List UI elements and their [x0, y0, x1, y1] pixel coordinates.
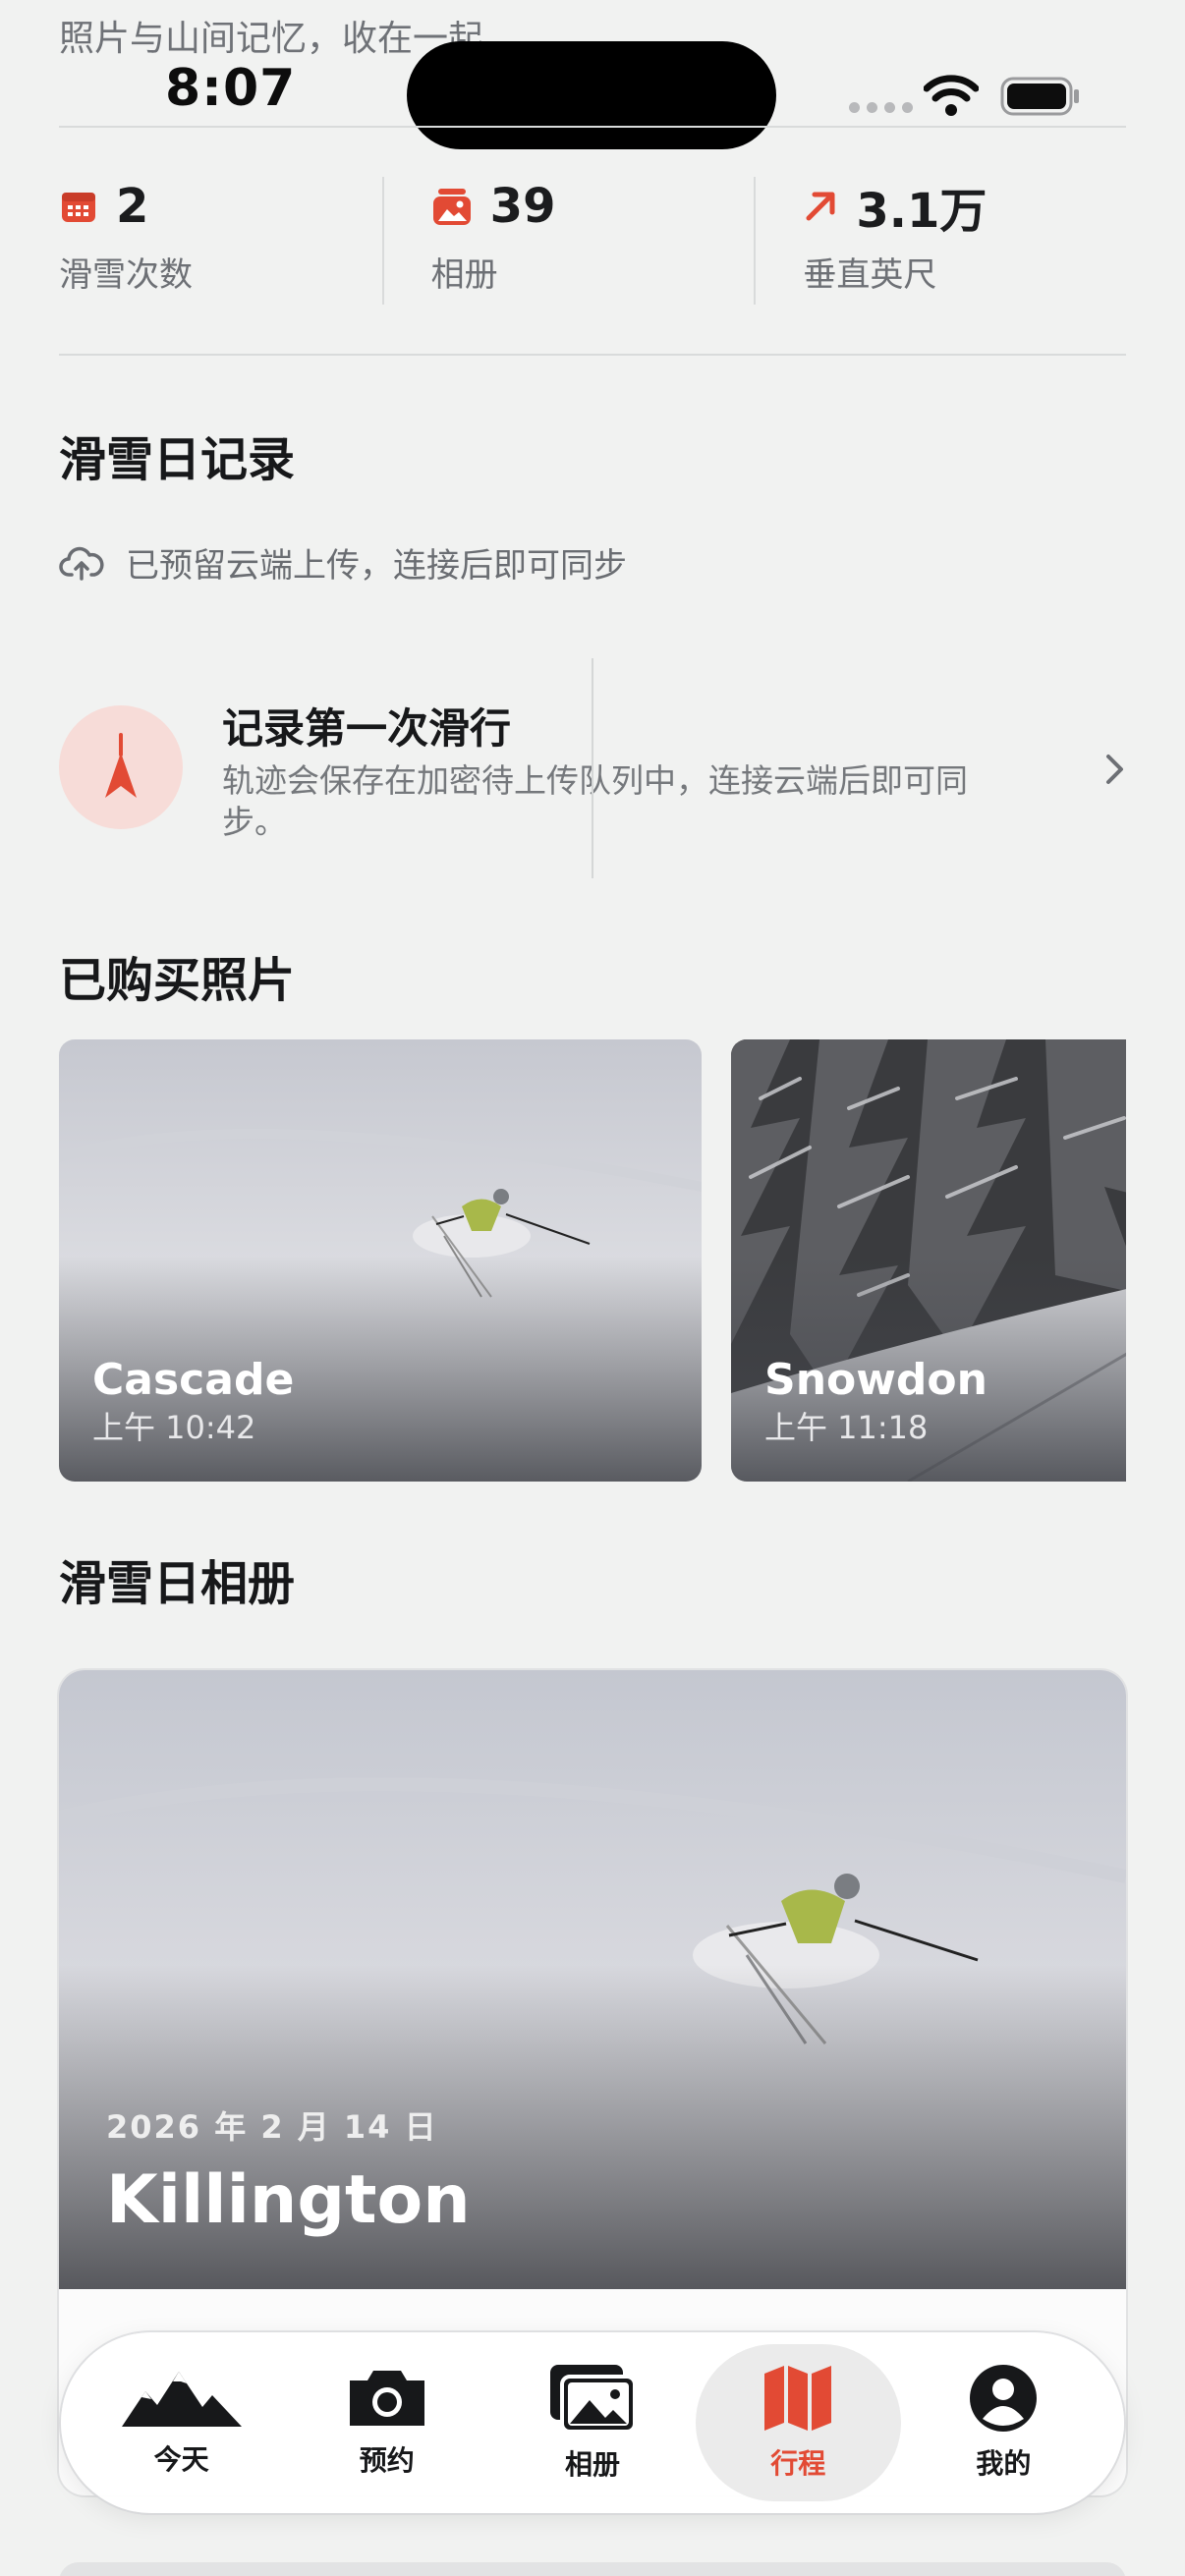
album-cover: 2026 年 2 月 14 日 Killington [59, 1670, 1126, 2289]
album-date: 2026 年 2 月 14 日 [106, 2108, 438, 2146]
photos-icon [550, 2365, 637, 2434]
photo-time: 上午 10:42 [92, 1409, 256, 1446]
stat-ski-days: 2 滑雪次数 [59, 177, 382, 305]
arrow-up-right-icon [806, 192, 835, 221]
dynamic-island [407, 41, 776, 149]
stat-value: 39 [489, 179, 556, 234]
sync-status: 已预留云端上传，连接后即可同步 [59, 538, 627, 587]
tab-label: 今天 [153, 2443, 209, 2476]
tab-label: 我的 [976, 2447, 1032, 2480]
section-title-ski-log: 滑雪日记录 [59, 432, 296, 487]
photo-album-icon [432, 189, 471, 225]
section-title-albums: 滑雪日相册 [59, 1556, 296, 1611]
photo-time: 上午 11:18 [764, 1409, 929, 1446]
record-description: 轨迹会保存在加密待上传队列中，连接云端后即可同步。 [222, 761, 968, 841]
stat-label: 垂直英尺 [803, 255, 937, 295]
album-card[interactable] [59, 2562, 1126, 2576]
divider [592, 658, 593, 878]
tab-booking[interactable]: 预约 [284, 2344, 489, 2501]
section-title-purchased: 已购买照片 [59, 953, 296, 1008]
sync-text: 已预留云端上传，连接后即可同步 [126, 546, 627, 586]
photo-card[interactable]: Snowdon 上午 11:18 [731, 1039, 1126, 1482]
record-title: 记录第一次滑行 [222, 704, 512, 753]
photo-card[interactable]: Cascade 上午 10:42 [59, 1039, 702, 1482]
battery-icon [1000, 77, 1079, 116]
stat-vertical-feet: 3.1万 垂直英尺 [754, 177, 1126, 305]
ski-track-icon [105, 733, 137, 798]
stat-value: 2 [116, 179, 149, 234]
purchased-photos-carousel[interactable]: Cascade 上午 10:42 Snowdon 上午 11:18 [59, 1039, 1126, 1482]
cloud-upload-icon [59, 546, 104, 581]
page-subtitle: 照片与山间记忆，收在一起 [59, 19, 484, 59]
tab-albums[interactable]: 相册 [489, 2344, 695, 2501]
photo-location: Cascade [92, 1355, 295, 1405]
tab-trips[interactable]: 行程 [695, 2344, 901, 2501]
record-first-run-card[interactable]: 记录第一次滑行 轨迹会保存在加密待上传队列中，连接云端后即可同步。 [59, 658, 1126, 880]
tab-profile[interactable]: 我的 [901, 2344, 1106, 2501]
tab-label: 预约 [359, 2444, 415, 2477]
tab-today[interactable]: 今天 [79, 2344, 284, 2501]
chevron-right-icon [1106, 755, 1123, 784]
mountains-icon [121, 2372, 242, 2427]
record-badge [59, 705, 183, 829]
stat-value: 3.1万 [856, 184, 988, 239]
cellular-signal-icon [849, 102, 913, 113]
divider [59, 126, 1126, 128]
stats-bar: 2 滑雪次数 39 相册 3.1万 垂直英尺 [59, 177, 1126, 305]
person-circle-icon [970, 2365, 1038, 2432]
photo-location: Snowdon [764, 1355, 988, 1405]
status-time: 8:07 [165, 59, 297, 118]
tab-label: 相册 [565, 2448, 621, 2481]
tab-bar: 今天 预约 相册 行程 我的 [61, 2332, 1124, 2513]
map-icon [764, 2366, 832, 2431]
wifi-icon [924, 75, 979, 116]
tab-label: 行程 [770, 2447, 826, 2480]
stat-label: 滑雪次数 [59, 255, 193, 295]
calendar-icon [62, 193, 95, 222]
stat-label: 相册 [430, 255, 498, 295]
album-title: Killington [106, 2161, 471, 2239]
stat-albums: 39 相册 [381, 177, 755, 305]
divider [59, 354, 1126, 356]
camera-icon [349, 2371, 424, 2426]
